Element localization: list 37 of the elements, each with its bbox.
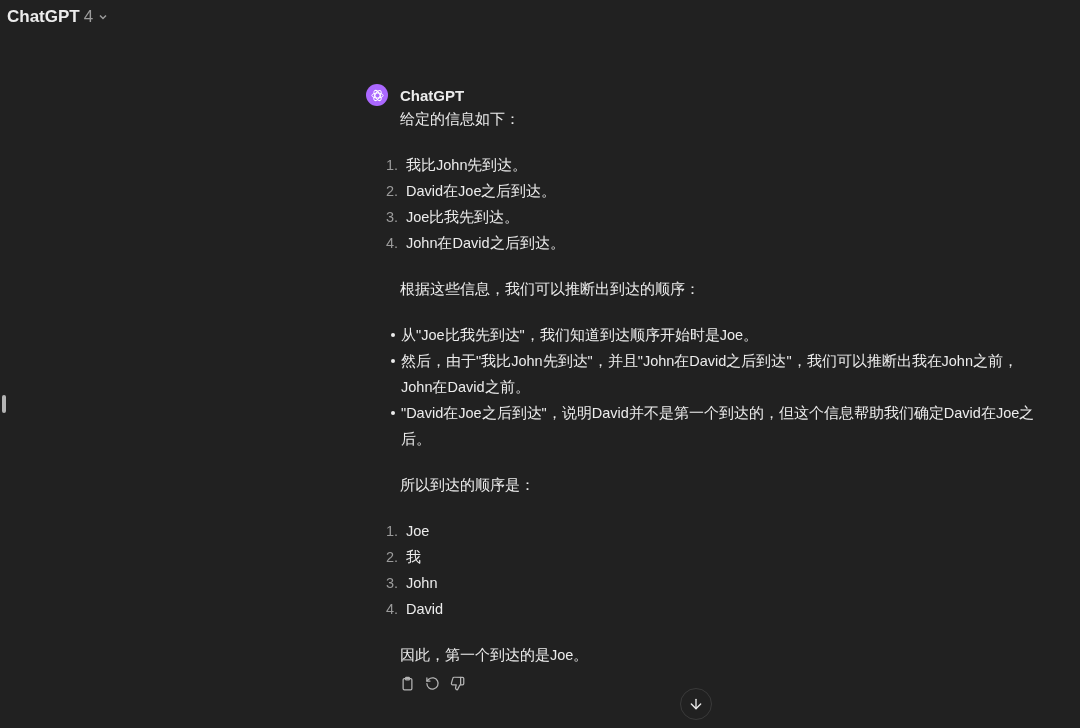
sidebar-handle[interactable] <box>2 395 6 413</box>
list-item-text: John在David之后到达。 <box>406 234 565 253</box>
list-number: 1. <box>386 522 400 541</box>
list-item-text: David <box>406 600 444 619</box>
list-item-text: John <box>406 574 438 593</box>
bullet-icon <box>391 359 395 363</box>
list-number: 4. <box>386 600 400 619</box>
regenerate-icon[interactable] <box>425 676 440 691</box>
message-paragraph: 所以到达的顺序是： <box>400 476 536 495</box>
assistant-avatar-icon <box>366 84 388 106</box>
list-number: 4. <box>386 234 400 253</box>
thumbs-down-icon[interactable] <box>450 676 465 691</box>
list-number: 1. <box>386 156 400 175</box>
list-item-text: "David在Joe之后到达"，说明David并不是第一个到达的，但这个信息帮助我们确定David在Joe之后。 <box>401 404 1036 449</box>
arrow-down-icon <box>688 696 704 712</box>
list-number: 2. <box>386 548 400 567</box>
list-number: 3. <box>386 574 400 593</box>
scroll-down-button[interactable] <box>680 688 712 720</box>
model-version[interactable]: 4 <box>83 7 94 27</box>
copy-icon[interactable] <box>400 676 415 691</box>
list-item-text: 我比John先到达。 <box>406 156 528 175</box>
message-paragraph: 给定的信息如下： <box>400 110 521 129</box>
list-item-text: Joe <box>406 522 430 541</box>
list-item-text: 然后，由于"我比John先到达"，并且"John在David之后到达"，我们可以推断出我在John之前，John在David之前。 <box>401 352 1019 397</box>
list-number: 3. <box>386 208 400 227</box>
author-name: ChatGPT <box>400 86 466 106</box>
list-item-text: David在Joe之后到达。 <box>406 182 557 201</box>
bullet-icon <box>391 333 395 337</box>
list-item-text: 我 <box>406 548 421 567</box>
model-title[interactable]: ChatGPT <box>7 7 80 27</box>
message-paragraph: 因此，第一个到达的是Joe。 <box>400 646 590 665</box>
message-paragraph: 根据这些信息，我们可以推断出到达的顺序： <box>400 280 701 299</box>
list-number: 2. <box>386 182 400 201</box>
list-item-text: 从"Joe比我先到达"，我们知道到达顺序开始时是Joe。 <box>401 326 760 345</box>
list-item-text: Joe比我先到达。 <box>406 208 520 227</box>
chevron-down-icon[interactable] <box>98 12 109 22</box>
bullet-icon <box>391 411 395 415</box>
